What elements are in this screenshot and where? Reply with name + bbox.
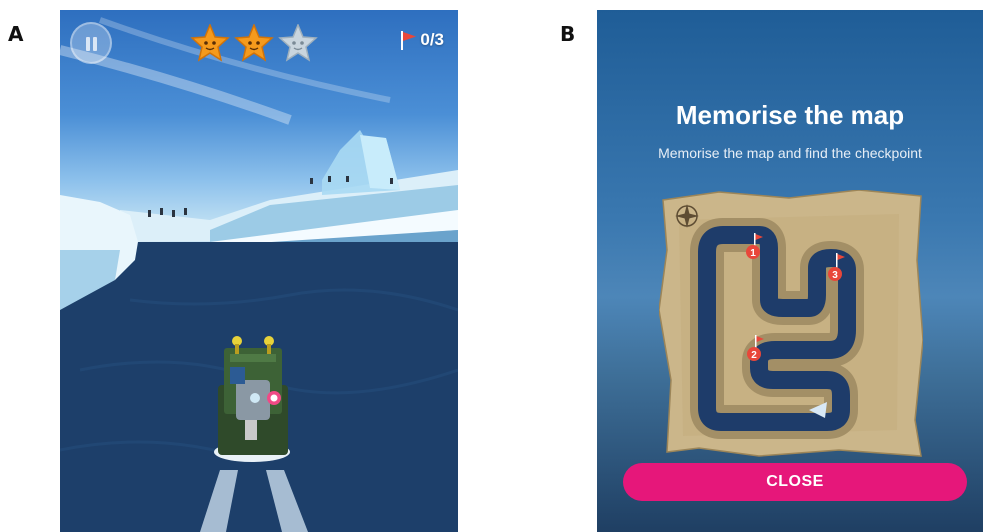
- checkpoint-count: 0/3: [420, 30, 444, 49]
- star-rating: [190, 24, 318, 62]
- map-subtitle: Memorise the map and find the checkpoint: [658, 145, 922, 161]
- map-screen: Memorise the map Memorise the map and fi…: [597, 10, 983, 532]
- close-button[interactable]: CLOSE: [623, 463, 967, 501]
- pause-button[interactable]: [70, 22, 112, 64]
- map-title: Memorise the map: [675, 100, 905, 130]
- gameplay-screen: 0/3: [60, 10, 458, 532]
- flag-icon: [401, 31, 417, 50]
- star-icon-filled: [190, 24, 230, 62]
- boat: [214, 336, 290, 462]
- panel-label-a: A: [8, 22, 24, 46]
- checkpoint-label-3: 3: [832, 270, 838, 281]
- treasure-map: 1 2 3: [659, 190, 923, 457]
- panel-label-b: B: [560, 22, 576, 46]
- checkpoint-counter: 0/3: [399, 30, 444, 50]
- star-icon-empty: [278, 24, 318, 62]
- game-scene: [60, 17, 458, 532]
- checkpoint-label-2: 2: [751, 350, 757, 361]
- star-icon-filled: [234, 24, 274, 62]
- checkpoint-label-1: 1: [750, 248, 756, 259]
